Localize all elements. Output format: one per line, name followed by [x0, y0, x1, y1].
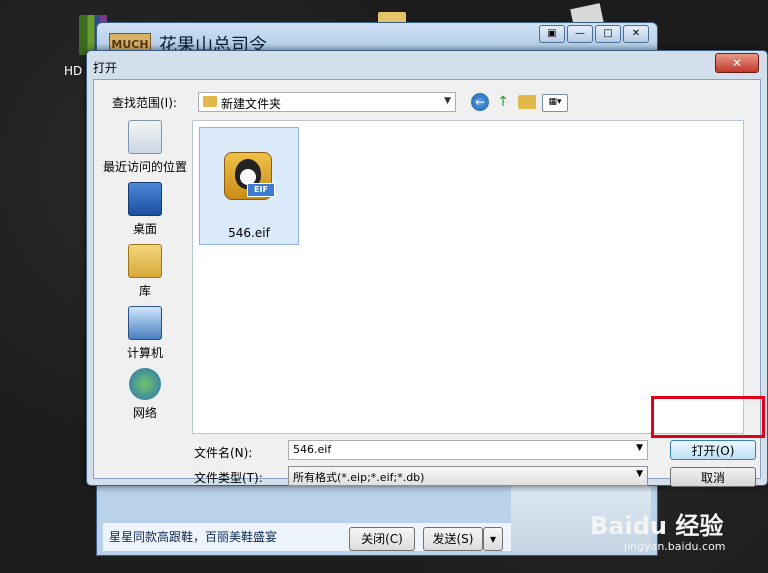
- skin-icon[interactable]: ▣: [539, 25, 565, 43]
- place-label: 库: [138, 284, 151, 298]
- file-type-select[interactable]: 所有格式(*.eip;*.eif;*.db) ▼: [288, 466, 648, 486]
- back-icon[interactable]: ←: [471, 93, 489, 111]
- place-label: 网络: [132, 406, 157, 420]
- desktop-icon: [128, 182, 162, 216]
- dialog-close-button[interactable]: ✕: [715, 53, 759, 73]
- recent-places-icon: [128, 120, 162, 154]
- dialog-title: 打开: [93, 61, 118, 75]
- file-name-value: 546.eif: [293, 443, 332, 456]
- file-name-label: 文件名(N):: [194, 446, 253, 460]
- file-name-input[interactable]: 546.eif ▼: [288, 440, 648, 460]
- view-menu-icon[interactable]: ▦▾: [542, 94, 568, 112]
- eif-badge: EIF: [247, 183, 275, 197]
- watermark-url: jingyan.baidu.com: [624, 540, 726, 553]
- cancel-button[interactable]: 取消: [670, 467, 756, 487]
- desktop-icon-label: HD: [64, 64, 83, 78]
- look-in-combobox[interactable]: 新建文件夹 ▼: [198, 92, 456, 112]
- highlight-box: [651, 396, 765, 438]
- new-folder-icon[interactable]: [518, 95, 536, 109]
- file-type-value: 所有格式(*.eip;*.eif;*.db): [293, 471, 425, 484]
- place-network[interactable]: 网络: [102, 368, 188, 421]
- place-library[interactable]: 库: [102, 244, 188, 299]
- network-icon: [129, 368, 161, 400]
- open-button[interactable]: 打开(O): [670, 440, 756, 460]
- place-desktop[interactable]: 桌面: [102, 182, 188, 237]
- maximize-icon[interactable]: □: [595, 25, 621, 43]
- watermark: Baidu 经验: [590, 512, 724, 540]
- folder-icon: [203, 96, 217, 107]
- place-label: 最近访问的位置: [102, 160, 187, 174]
- send-options-dropdown[interactable]: ▾: [483, 527, 503, 551]
- library-icon: [128, 244, 162, 278]
- file-item[interactable]: EIF 546.eif: [199, 127, 299, 245]
- file-name: 546.eif: [228, 226, 270, 240]
- send-button[interactable]: 发送(S): [423, 527, 483, 551]
- places-bar: 最近访问的位置 桌面 库 计算机 网络: [102, 120, 188, 460]
- up-folder-icon[interactable]: ↑: [494, 93, 512, 111]
- look-in-value: 新建文件夹: [221, 97, 282, 111]
- place-label: 桌面: [132, 222, 157, 236]
- look-in-label: 查找范围(I):: [112, 96, 177, 110]
- close-icon[interactable]: ✕: [623, 25, 649, 43]
- close-chat-button[interactable]: 关闭(C): [349, 527, 415, 551]
- computer-icon: [128, 306, 162, 340]
- file-list: EIF 546.eif: [192, 120, 744, 434]
- place-label: 计算机: [126, 346, 163, 360]
- minimize-icon[interactable]: —: [567, 25, 593, 43]
- chevron-down-icon: ▼: [444, 96, 451, 106]
- place-recent[interactable]: 最近访问的位置: [102, 120, 188, 175]
- chevron-down-icon: ▼: [636, 443, 643, 453]
- file-type-label: 文件类型(T):: [194, 471, 263, 485]
- place-computer[interactable]: 计算机: [102, 306, 188, 361]
- chevron-down-icon: ▼: [636, 469, 643, 479]
- qq-file-icon: EIF: [224, 152, 275, 200]
